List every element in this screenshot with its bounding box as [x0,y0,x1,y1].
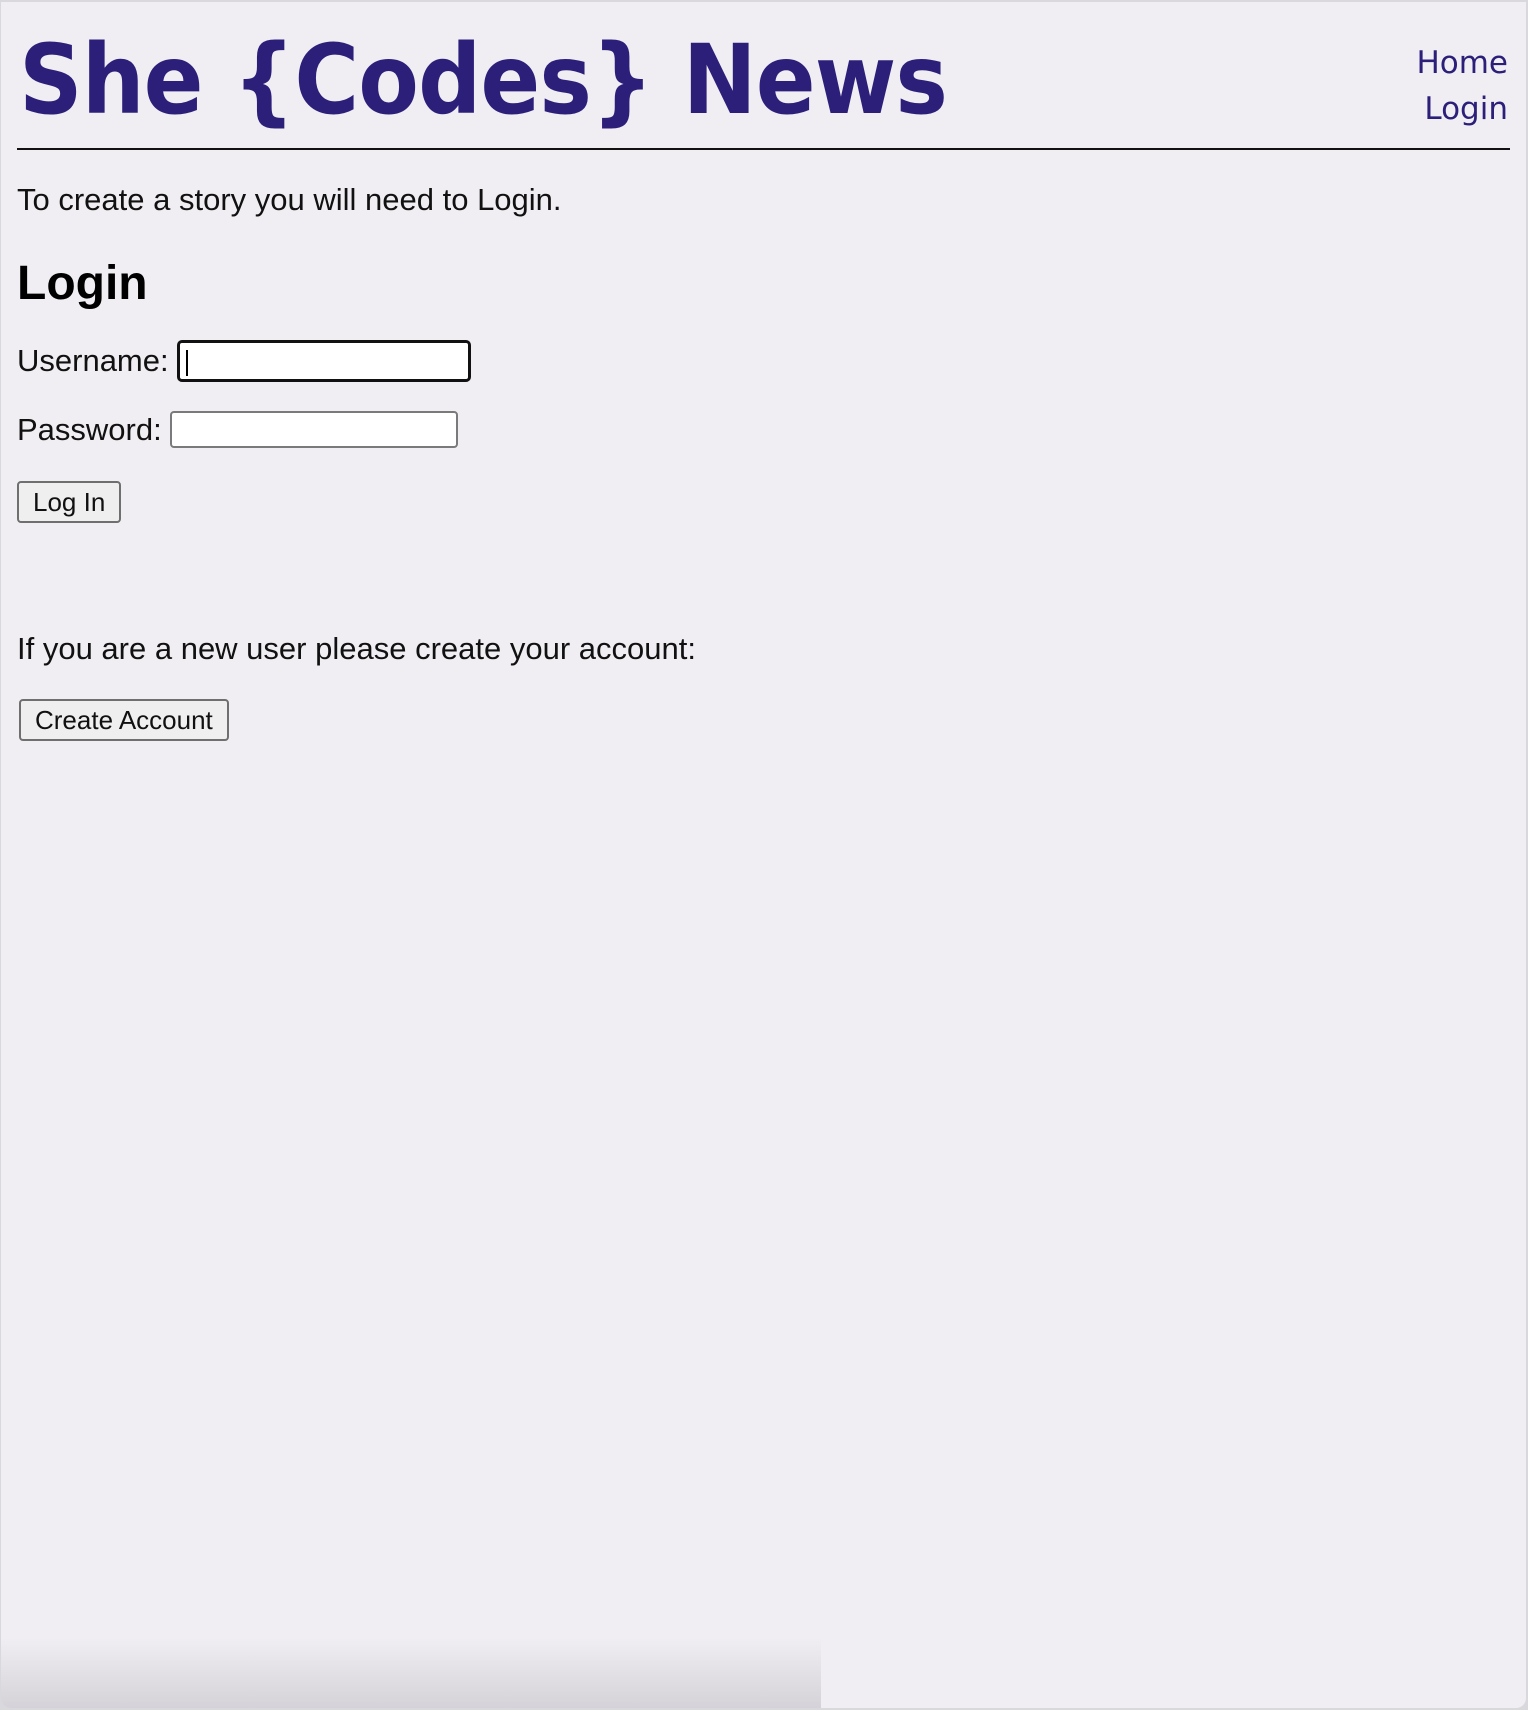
browser-viewport: She {Codes} News Home Login To create a … [1,2,1526,1708]
text-cursor [185,350,188,376]
create-account-button[interactable]: Create Account [19,699,229,741]
login-form: Username: Password: Log In [17,340,1510,523]
username-input[interactable] [176,340,471,382]
main-content: To create a story you will need to Login… [17,150,1510,741]
log-in-button[interactable]: Log In [17,481,122,523]
password-row: Password: [17,411,1510,448]
window-bottom-shadow [1,1638,821,1708]
main-nav: Home Login [1416,40,1508,132]
nav-login-link[interactable]: Login [1416,86,1508,132]
site-header: She {Codes} News Home Login [17,2,1510,150]
new-user-text: If you are a new user please create your… [17,631,696,666]
password-label: Password: [17,411,162,447]
site-title: She {Codes} News [19,24,948,136]
nav-home-link[interactable]: Home [1416,40,1508,86]
username-row: Username: [17,340,1510,382]
intro-text: To create a story you will need to Login… [17,182,562,217]
username-label: Username: [17,343,169,378]
login-heading: Login [17,257,148,310]
password-input[interactable] [169,411,458,448]
